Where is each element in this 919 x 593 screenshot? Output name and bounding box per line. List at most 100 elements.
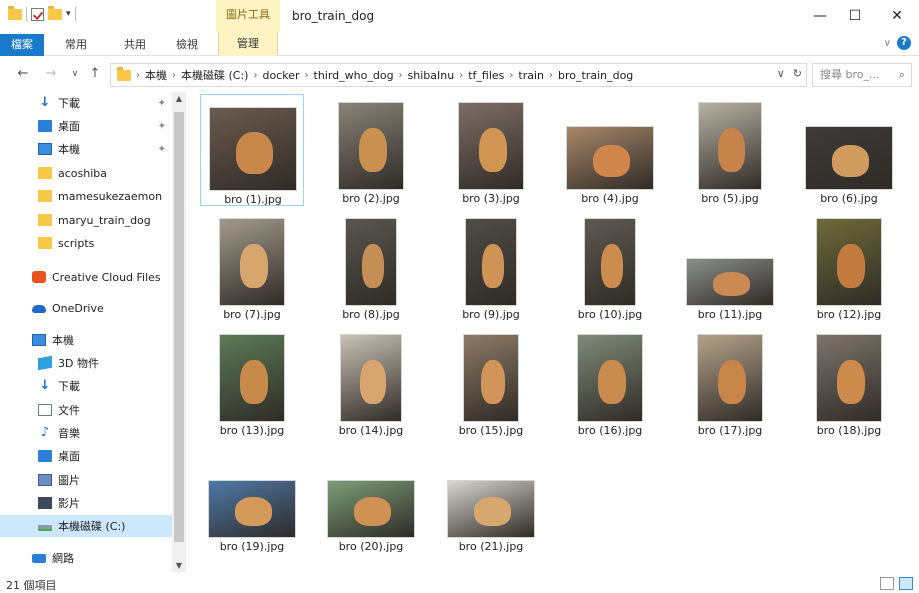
- sidebar-item-label: OneDrive: [52, 301, 104, 315]
- file-item[interactable]: bro (5).jpg: [678, 94, 782, 206]
- chevron-right-icon[interactable]: ›: [172, 70, 176, 81]
- chevron-right-icon[interactable]: ›: [509, 70, 513, 81]
- sidebar-item-acoshiba[interactable]: acoshiba: [0, 162, 172, 184]
- new-folder-icon[interactable]: [48, 5, 62, 20]
- image-thumbnail: [327, 480, 415, 538]
- breadcrumb-item[interactable]: train: [518, 69, 544, 82]
- file-name: bro (18).jpg: [816, 424, 882, 437]
- breadcrumb-item[interactable]: shibaInu: [408, 69, 455, 82]
- breadcrumb-item[interactable]: third_who_dog: [314, 69, 394, 82]
- chevron-right-icon[interactable]: ›: [136, 70, 140, 81]
- sidebar-item-downloads-pinned[interactable]: ↓ 下載 ✦: [0, 92, 172, 114]
- chevron-right-icon[interactable]: ›: [305, 70, 309, 81]
- expand-ribbon-icon[interactable]: ∨: [884, 38, 891, 49]
- file-item[interactable]: bro (4).jpg: [558, 94, 662, 206]
- file-name: bro (8).jpg: [342, 308, 400, 321]
- file-item[interactable]: bro (16).jpg: [558, 326, 662, 438]
- sidebar-item-3d-objects[interactable]: 3D 物件: [0, 352, 172, 374]
- file-item[interactable]: bro (19).jpg: [200, 442, 304, 554]
- sidebar-item-scripts[interactable]: scripts: [0, 232, 172, 254]
- sidebar-item-documents[interactable]: 文件: [0, 399, 172, 421]
- file-item[interactable]: bro (14).jpg: [319, 326, 423, 438]
- tab-file[interactable]: 檔案: [0, 34, 44, 56]
- file-item[interactable]: bro (2).jpg: [319, 94, 423, 206]
- pin-icon[interactable]: ✦: [158, 144, 166, 155]
- chevron-right-icon[interactable]: ›: [459, 70, 463, 81]
- sidebar-item-music[interactable]: ♪ 音樂: [0, 422, 172, 444]
- close-button[interactable]: ✕: [885, 6, 909, 26]
- image-thumbnail: [338, 102, 404, 190]
- maximize-button[interactable]: ☐: [843, 6, 867, 26]
- file-item[interactable]: bro (8).jpg: [319, 210, 423, 322]
- sidebar-item-thispc-pinned[interactable]: 本機 ✦: [0, 138, 172, 160]
- tab-manage[interactable]: 管理: [218, 32, 278, 56]
- sidebar-item-videos[interactable]: 影片: [0, 492, 172, 514]
- customize-toolbar-icon[interactable]: ▾: [66, 9, 71, 19]
- sidebar-item-pictures[interactable]: 圖片: [0, 469, 172, 491]
- onedrive-icon: [32, 305, 46, 313]
- file-item[interactable]: bro (11).jpg: [678, 210, 782, 322]
- sidebar-item-thispc[interactable]: 本機: [0, 329, 172, 351]
- sidebar-scrollbar[interactable]: ▲ ▼: [172, 92, 186, 572]
- file-item[interactable]: bro (13).jpg: [200, 326, 304, 438]
- sidebar-item-desktop-pinned[interactable]: 桌面 ✦: [0, 115, 172, 137]
- breadcrumb-item[interactable]: bro_train_dog: [558, 69, 633, 82]
- large-icons-view-icon[interactable]: [899, 577, 913, 590]
- tab-share[interactable]: 共用: [117, 35, 153, 55]
- tab-home[interactable]: 常用: [58, 35, 94, 55]
- ribbon-tabs: 檔案 常用 共用 檢視 管理 ∨ ?: [0, 32, 919, 56]
- refresh-icon[interactable]: ↻: [793, 67, 802, 80]
- file-item[interactable]: bro (20).jpg: [319, 442, 423, 554]
- file-item[interactable]: bro (1).jpg: [200, 94, 304, 206]
- breadcrumb-item[interactable]: 本機: [145, 67, 167, 83]
- sidebar-item-downloads[interactable]: ↓ 下載: [0, 375, 172, 397]
- sidebar-item-onedrive[interactable]: OneDrive: [0, 297, 172, 319]
- sidebar-item-mamesukezaemon[interactable]: mamesukezaemon: [0, 185, 172, 207]
- pin-icon[interactable]: ✦: [158, 121, 166, 132]
- sidebar-item-maryu-train-dog[interactable]: maryu_train_dog: [0, 209, 172, 231]
- file-item[interactable]: bro (10).jpg: [558, 210, 662, 322]
- forward-button[interactable]: →: [42, 66, 60, 81]
- dog-figure: [474, 497, 511, 526]
- file-item[interactable]: bro (7).jpg: [200, 210, 304, 322]
- address-bar[interactable]: › 本機 › 本機磁碟 (C:) › docker › third_who_do…: [110, 63, 807, 87]
- breadcrumb-item[interactable]: tf_files: [468, 69, 504, 82]
- search-input[interactable]: 搜尋 bro_... ⌕: [812, 63, 912, 87]
- minimize-button[interactable]: —: [808, 6, 832, 26]
- chevron-right-icon[interactable]: ›: [399, 70, 403, 81]
- scroll-up-icon[interactable]: ▲: [174, 94, 184, 103]
- file-item[interactable]: bro (3).jpg: [439, 94, 543, 206]
- file-item[interactable]: bro (15).jpg: [439, 326, 543, 438]
- sidebar-item-desktop[interactable]: 桌面: [0, 445, 172, 467]
- back-button[interactable]: ←: [14, 66, 32, 81]
- file-item[interactable]: bro (9).jpg: [439, 210, 543, 322]
- help-icon[interactable]: ?: [897, 36, 911, 50]
- separator: [26, 7, 27, 21]
- file-item[interactable]: bro (12).jpg: [797, 210, 901, 322]
- quick-access-toolbar: ▾: [8, 5, 76, 21]
- file-item[interactable]: bro (18).jpg: [797, 326, 901, 438]
- properties-icon[interactable]: [31, 7, 44, 21]
- search-icon[interactable]: ⌕: [899, 64, 905, 86]
- recent-locations-icon[interactable]: ∨: [66, 69, 84, 79]
- sidebar-item-local-disk[interactable]: 本機磁碟 (C:): [0, 515, 172, 537]
- breadcrumb-item[interactable]: docker: [262, 69, 299, 82]
- pin-icon[interactable]: ✦: [158, 98, 166, 109]
- chevron-right-icon[interactable]: ›: [253, 70, 257, 81]
- details-view-icon[interactable]: [880, 577, 894, 590]
- scrollbar-thumb[interactable]: [174, 112, 184, 542]
- tab-view[interactable]: 檢視: [169, 35, 205, 55]
- file-item[interactable]: bro (17).jpg: [678, 326, 782, 438]
- sidebar-item-network[interactable]: 網路: [0, 547, 172, 569]
- download-icon: ↓: [39, 95, 51, 110]
- scroll-down-icon[interactable]: ▼: [174, 561, 184, 570]
- navigation-pane: ↓ 下載 ✦ 桌面 ✦ 本機 ✦ acoshiba mamesukezaemon…: [0, 92, 188, 572]
- sidebar-item-creative-cloud[interactable]: Creative Cloud Files: [0, 266, 172, 288]
- address-dropdown-icon[interactable]: ∨: [777, 67, 785, 80]
- file-item[interactable]: bro (6).jpg: [797, 94, 901, 206]
- chevron-right-icon[interactable]: ›: [549, 70, 553, 81]
- sidebar-item-label: mamesukezaemon: [58, 189, 163, 203]
- breadcrumb-item[interactable]: 本機磁碟 (C:): [181, 67, 248, 83]
- file-item[interactable]: bro (21).jpg: [439, 442, 543, 554]
- up-button[interactable]: ↑: [86, 66, 104, 81]
